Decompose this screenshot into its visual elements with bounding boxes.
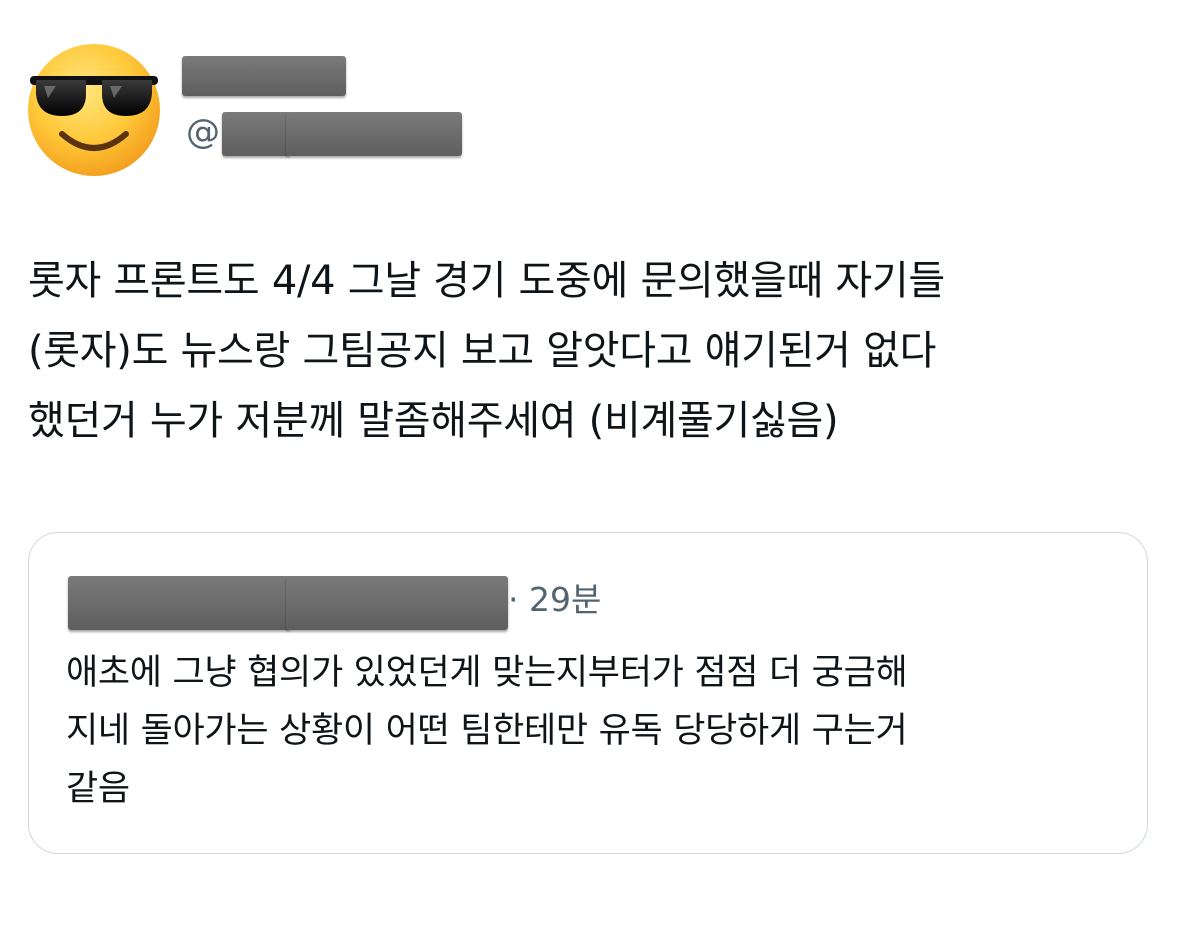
quote-text-line: 지네 돌아가는 상황이 어떤 팀한테만 유독 당당하게 구는거	[66, 711, 908, 751]
tweet-text: 롯자 프론트도 4/4 그날 경기 도중에 문의했을때 자기들 (롯자)도 뉴스…	[28, 246, 1148, 456]
tweet-text-line: 롯자 프론트도 4/4 그날 경기 도중에 문의했을때 자기들	[28, 258, 945, 304]
quote-author-redacted-right	[286, 576, 508, 630]
avatar[interactable]	[22, 38, 166, 182]
handle-prefix: @	[186, 112, 220, 152]
quote-text-line: 애초에 그냥 협의가 있었던게 맞는지부터가 점점 더 궁금해	[66, 653, 908, 693]
handle-redacted-left	[222, 112, 290, 156]
quote-author-redacted-left	[68, 576, 290, 630]
tweet-text-line: (롯자)도 뉴스랑 그팀공지 보고 알앗다고 얘기된거 없다	[28, 328, 937, 374]
handle-redacted-right	[286, 112, 462, 156]
quote-text-line: 같음	[66, 769, 130, 809]
display-name-redacted	[182, 56, 346, 96]
quote-text: 애초에 그냥 협의가 있었던게 맞는지부터가 점점 더 궁금해 지네 돌아가는 …	[66, 644, 1126, 818]
tweet-text-line: 했던거 누가 저분께 말좀해주세여 (비계풀기싫음)	[28, 398, 839, 444]
quote-timestamp: · 29분	[508, 580, 602, 619]
sunglasses-emoji-icon	[28, 44, 160, 176]
